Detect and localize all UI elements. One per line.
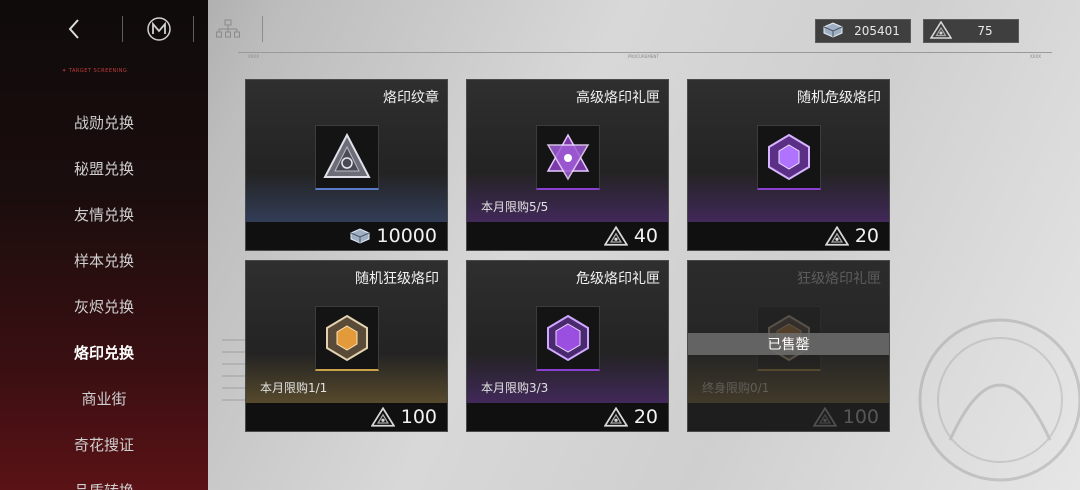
brand-triangle-currency-icon: [824, 226, 849, 246]
sidebar-item-youqing[interactable]: 友情兑换: [0, 204, 208, 225]
divider: [122, 16, 123, 42]
item-name: 烙印纹章: [383, 90, 439, 106]
sidebar-item-label: 烙印兑换: [73, 344, 134, 362]
divider: [193, 16, 194, 42]
hierarchy-icon[interactable]: [214, 14, 242, 44]
sidebar-item-shangyejie[interactable]: 商业街: [0, 388, 208, 409]
back-icon[interactable]: [62, 14, 86, 44]
brand-triangle-currency-icon: [603, 226, 628, 246]
danger-brand-gem-icon: [768, 133, 810, 181]
rule-label-right: XXXX: [1030, 54, 1041, 59]
sidebar-item-label: 战勋兑换: [73, 114, 134, 132]
sidebar-item-pinzhi[interactable]: 品质转换: [0, 480, 208, 490]
sidebar-item-label: 灰烬兑换: [73, 298, 134, 316]
sidebar-item-label: 奇花搜证: [73, 436, 134, 454]
item-name: 危级烙印礼匣: [576, 271, 660, 287]
item-price: 20: [633, 406, 658, 428]
divider: [262, 16, 263, 42]
sidebar-item-label: 秘盟兑换: [73, 160, 134, 178]
item-icon-frame: [757, 125, 821, 190]
item-name: 高级烙印礼匣: [576, 90, 660, 106]
sidebar-item-zhanxun[interactable]: 战勋兑换: [0, 112, 208, 133]
sidebar-item-label: 样本兑换: [73, 252, 134, 270]
item-icon-frame: [536, 306, 600, 371]
sidebar: ✦ TARGET SCREENING 战勋兑换 秘盟兑换 友情兑换 样本兑换 灰…: [0, 0, 208, 490]
sidebar-item-yangben[interactable]: 样本兑换: [0, 250, 208, 271]
item-icon-frame: [315, 125, 379, 190]
crystal-currency-value: 205401: [854, 24, 900, 38]
crystal-currency-icon: [822, 21, 844, 41]
shop-item-card[interactable]: 高级烙印礼匣本月限购5/5 40: [466, 79, 669, 251]
price-bar: 10000: [246, 222, 447, 250]
item-price: 10000: [376, 225, 437, 247]
item-price: 20: [854, 225, 879, 247]
frenzy-brand-gem-icon: [326, 314, 368, 362]
purchase-limit: 本月限购5/5: [481, 200, 549, 214]
brand-triangle-currency-icon: [603, 407, 628, 427]
rule-label-left: XXXX: [248, 54, 259, 59]
crystal-currency-counter[interactable]: 205401: [815, 19, 911, 43]
brand-triangle-currency-icon: [929, 19, 953, 42]
shop-item-card: 狂级烙印礼匣 终身限购0/1 100 已售罄: [687, 260, 890, 432]
item-price: 40: [633, 225, 658, 247]
brand-emblem-icon: [323, 132, 371, 178]
item-icon-frame: [536, 125, 600, 190]
rule-label-center: PROCUREMENT: [628, 54, 659, 59]
header-rule: [238, 52, 1052, 53]
sidebar-item-label: 商业街: [81, 390, 127, 408]
crystal-currency-icon: [350, 228, 370, 244]
shop-item-card[interactable]: 烙印纹章 10000: [245, 79, 448, 251]
sidebar-item-qihua[interactable]: 奇花搜证: [0, 434, 208, 455]
brand-currency-counter[interactable]: 75: [923, 19, 1019, 43]
brand-triangle-currency-icon: [370, 407, 395, 427]
item-icon-frame: [315, 306, 379, 371]
item-name: 随机狂级烙印: [355, 271, 439, 287]
home-logo-icon[interactable]: [144, 14, 174, 44]
brand-currency-value: 75: [977, 24, 993, 38]
item-price: 100: [400, 406, 437, 428]
sidebar-item-label: 品质转换: [74, 482, 134, 490]
danger-brand-gift-box-icon: [547, 314, 589, 362]
sidebar-item-mimeng[interactable]: 秘盟兑换: [0, 158, 208, 179]
purchase-limit: 本月限购3/3: [481, 381, 549, 395]
sidebar-item-huijin[interactable]: 灰烬兑换: [0, 296, 208, 317]
sold-out-banner: 已售罄: [688, 333, 889, 355]
brand-gift-box-icon: [546, 133, 590, 181]
price-bar: 100: [246, 403, 447, 431]
sidebar-item-laoyin[interactable]: 烙印兑换: [0, 342, 208, 363]
price-bar: 40: [467, 222, 668, 250]
decorative-emblem: [918, 318, 1080, 482]
price-bar: 20: [467, 403, 668, 431]
breadcrumb: ✦ TARGET SCREENING: [62, 68, 128, 74]
item-name: 随机危级烙印: [797, 90, 881, 106]
sidebar-item-label: 友情兑换: [73, 206, 134, 224]
shop-item-card[interactable]: 随机危级烙印 20: [687, 79, 890, 251]
price-bar: 20: [688, 222, 889, 250]
purchase-limit: 本月限购1/1: [260, 381, 328, 395]
shop-item-card[interactable]: 随机狂级烙印本月限购1/1 100: [245, 260, 448, 432]
shop-item-card[interactable]: 危级烙印礼匣本月限购3/3 20: [466, 260, 669, 432]
